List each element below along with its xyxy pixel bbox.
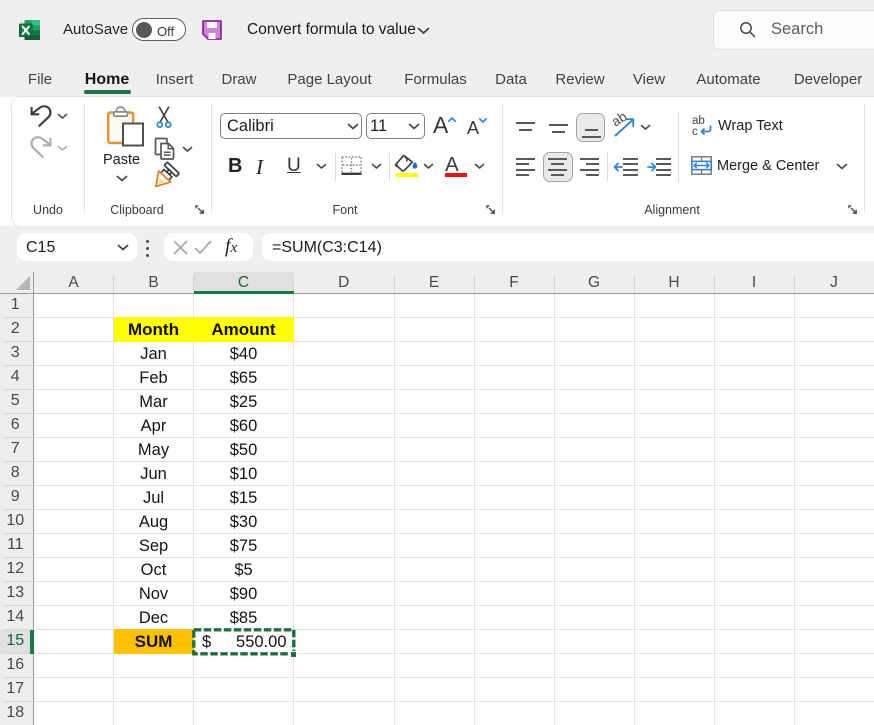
svg-text:c: c bbox=[692, 126, 698, 138]
